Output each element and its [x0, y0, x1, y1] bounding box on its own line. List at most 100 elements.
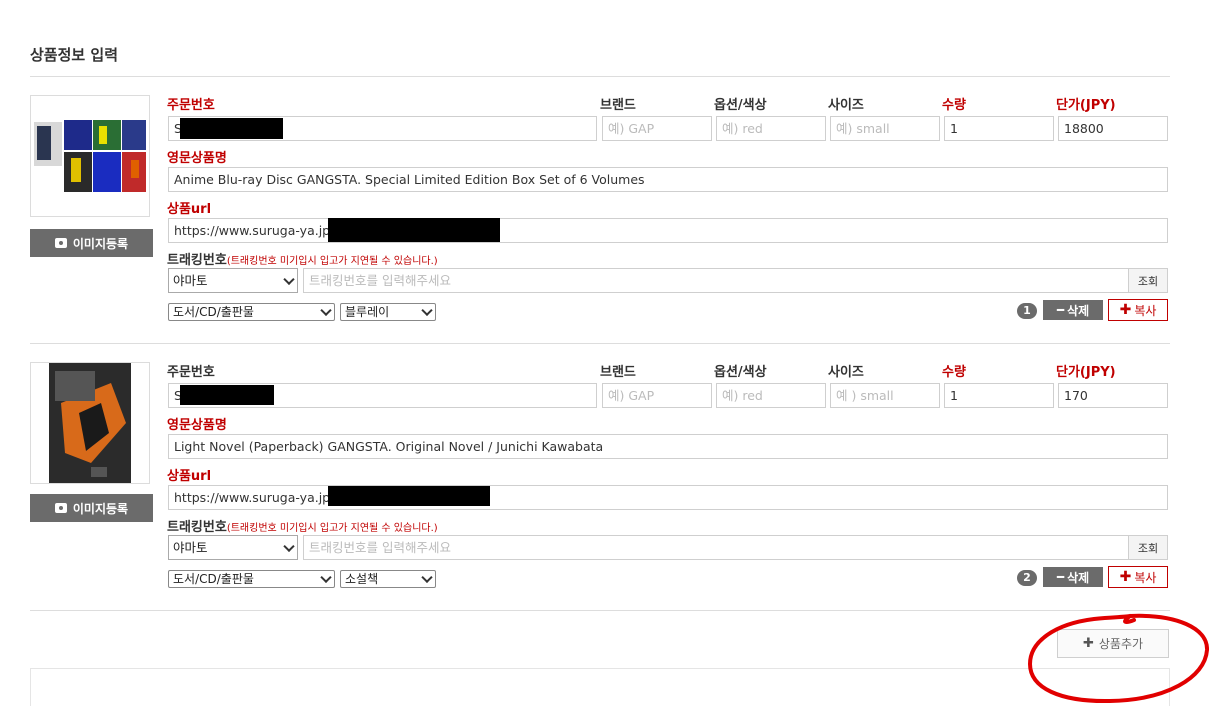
chevron-down-icon — [421, 304, 433, 317]
redaction-bar — [328, 486, 490, 506]
qty-input[interactable]: 1 — [944, 116, 1054, 141]
unit-price-input[interactable]: 18800 — [1058, 116, 1168, 141]
qty-label: 수량 — [942, 98, 966, 113]
redaction-bar — [328, 218, 500, 242]
redaction-bar — [180, 118, 283, 139]
product-thumbnail — [30, 362, 150, 484]
eng-name-input[interactable]: Light Novel (Paperback) GANGSTA. Origina… — [168, 434, 1168, 459]
color-placeholder: 예) red — [722, 121, 763, 136]
chevron-down-icon — [421, 571, 433, 584]
size-placeholder: 예 ) small — [836, 388, 894, 403]
order-no-label: 주문번호 — [167, 98, 215, 113]
bluray-cover-image — [31, 96, 149, 216]
size-input[interactable]: 예 ) small — [830, 383, 940, 408]
qty-value: 1 — [950, 121, 958, 136]
tracking-note: (트래킹번호 미기입시 입고가 지연될 수 있습니다.) — [226, 256, 438, 267]
plus-icon: ✚ — [1119, 302, 1132, 318]
eng-name-value: Light Novel (Paperback) GANGSTA. Origina… — [174, 439, 604, 454]
delete-label: 삭제 — [1067, 570, 1090, 585]
novel-cover-image — [31, 363, 149, 483]
brand-label: 브랜드 — [600, 365, 636, 380]
item-divider — [30, 610, 1170, 611]
tracking-label-text: 트래킹번호 — [167, 253, 227, 268]
next-section-box — [30, 668, 1170, 706]
copy-button[interactable]: ✚ 복사 — [1108, 566, 1168, 588]
delete-button[interactable]: ━ 삭제 — [1043, 567, 1103, 587]
eng-name-label: 영문상품명 — [167, 418, 227, 433]
url-value: https://www.suruga-ya.jp — [174, 490, 331, 505]
qty-value: 1 — [950, 388, 958, 403]
option-color-input[interactable]: 예) red — [716, 383, 826, 408]
carrier-select[interactable]: 야마토 — [168, 268, 298, 293]
url-label: 상품url — [167, 469, 212, 484]
url-input[interactable]: https://www.suruga-ya.jp — [168, 218, 1168, 243]
unit-price-input[interactable]: 170 — [1058, 383, 1168, 408]
size-label: 사이즈 — [828, 98, 864, 113]
copy-label: 복사 — [1134, 303, 1157, 318]
image-register-button[interactable]: 이미지등록 — [30, 494, 153, 522]
tracking-placeholder: 트래킹번호를 입력해주세요 — [309, 540, 451, 555]
url-value: https://www.suruga-ya.jp — [174, 223, 331, 238]
tracking-label: 트래킹번호(트래킹번호 미기입시 입고가 지연될 수 있습니다.) — [167, 516, 438, 535]
lookup-button[interactable]: 조회 — [1128, 268, 1168, 293]
image-register-label: 이미지등록 — [72, 501, 129, 516]
category-select[interactable]: 도서/CD/출판물 — [168, 570, 335, 588]
eng-name-value: Anime Blu-ray Disc GANGSTA. Special Limi… — [174, 172, 645, 187]
qty-label: 수량 — [942, 365, 966, 380]
tracking-label: 트래킹번호(트래킹번호 미기입시 입고가 지연될 수 있습니다.) — [167, 249, 438, 268]
order-no-label: 주문번호 — [167, 365, 215, 380]
option-color-input[interactable]: 예) red — [716, 116, 826, 141]
copy-button[interactable]: ✚ 복사 — [1108, 299, 1168, 321]
item-divider — [30, 343, 1170, 344]
carrier-value: 야마토 — [173, 540, 208, 555]
color-placeholder: 예) red — [722, 388, 763, 403]
option-color-label: 옵션/색상 — [714, 98, 767, 113]
brand-label: 브랜드 — [600, 98, 636, 113]
camera-icon — [54, 503, 67, 513]
item-index-badge: 2 — [1017, 570, 1037, 586]
tracking-label-text: 트래킹번호 — [167, 520, 227, 535]
size-label: 사이즈 — [828, 365, 864, 380]
add-product-button[interactable]: ✚ 상품추가 — [1057, 629, 1169, 658]
brand-placeholder: 예) GAP — [608, 121, 655, 136]
image-register-button[interactable]: 이미지등록 — [30, 229, 153, 257]
tracking-input[interactable]: 트래킹번호를 입력해주세요 — [303, 268, 1129, 293]
plus-icon: ✚ — [1082, 636, 1094, 651]
chevron-down-icon — [283, 273, 295, 285]
eng-name-input[interactable]: Anime Blu-ray Disc GANGSTA. Special Limi… — [168, 167, 1168, 192]
title-divider — [30, 76, 1170, 77]
plus-icon: ✚ — [1119, 569, 1132, 585]
minus-icon: ━ — [1056, 570, 1065, 584]
qty-input[interactable]: 1 — [944, 383, 1054, 408]
unit-price-value: 18800 — [1064, 121, 1104, 136]
lookup-button[interactable]: 조회 — [1128, 535, 1168, 560]
carrier-select[interactable]: 야마토 — [168, 535, 298, 560]
camera-icon — [54, 238, 67, 248]
url-input[interactable]: https://www.suruga-ya.jp — [168, 485, 1168, 510]
subcategory-select[interactable]: 블루레이 — [340, 303, 436, 321]
subcategory-select[interactable]: 소설책 — [340, 570, 436, 588]
tracking-note: (트래킹번호 미기입시 입고가 지연될 수 있습니다.) — [226, 523, 438, 534]
unit-price-label: 단가(JPY) — [1056, 98, 1116, 113]
minus-icon: ━ — [1056, 303, 1065, 317]
redaction-bar — [180, 385, 274, 405]
url-label: 상품url — [167, 202, 212, 217]
chevron-down-icon — [320, 571, 332, 584]
size-input[interactable]: 예) small — [830, 116, 940, 141]
brand-input[interactable]: 예) GAP — [602, 383, 712, 408]
unit-price-value: 170 — [1064, 388, 1088, 403]
tracking-input[interactable]: 트래킹번호를 입력해주세요 — [303, 535, 1129, 560]
delete-button[interactable]: ━ 삭제 — [1043, 300, 1103, 320]
item-index-badge: 1 — [1017, 303, 1037, 319]
unit-price-label: 단가(JPY) — [1056, 365, 1116, 380]
brand-input[interactable]: 예) GAP — [602, 116, 712, 141]
category-select[interactable]: 도서/CD/출판물 — [168, 303, 335, 321]
subcategory-value: 블루레이 — [345, 305, 390, 319]
carrier-value: 야마토 — [173, 273, 208, 288]
product-thumbnail — [30, 95, 150, 217]
brand-placeholder: 예) GAP — [608, 388, 655, 403]
delete-label: 삭제 — [1067, 303, 1090, 318]
size-placeholder: 예) small — [836, 121, 890, 136]
category-value: 도서/CD/출판물 — [173, 572, 254, 586]
tracking-placeholder: 트래킹번호를 입력해주세요 — [309, 273, 451, 288]
